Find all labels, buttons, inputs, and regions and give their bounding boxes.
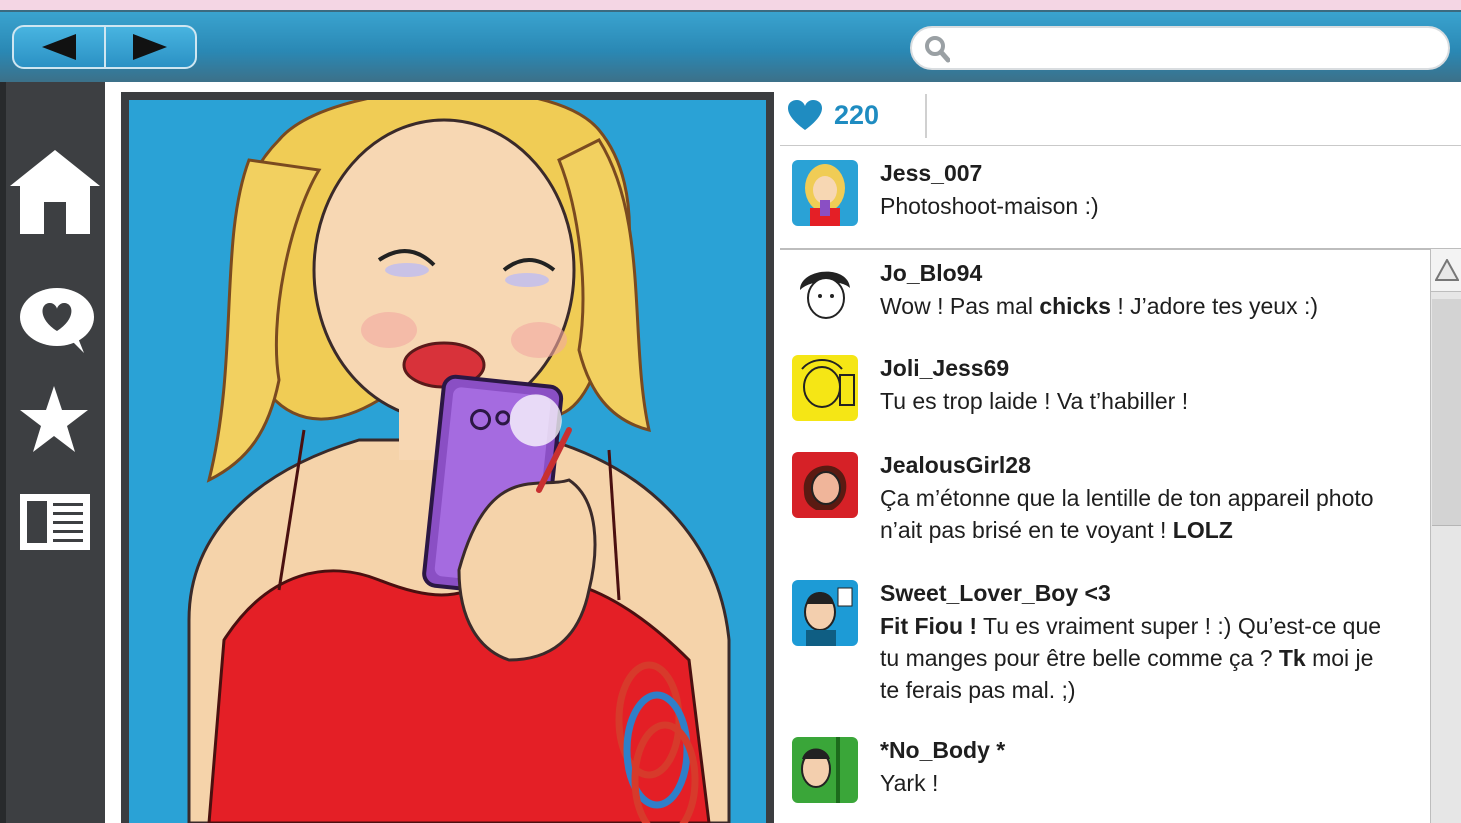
main-content: 220 Jess_007 Photoshoot-maison :) Jo_Blo… [105, 82, 1461, 823]
comment-username[interactable]: JealousGirl28 [880, 452, 1031, 479]
post-photo[interactable] [129, 100, 766, 823]
like-count: 220 [834, 99, 880, 130]
sidebar [0, 82, 105, 823]
search-icon [925, 36, 950, 63]
comment-text: Tu es trop laide ! Va t’habiller ! [880, 388, 1189, 414]
divider [780, 145, 1461, 146]
comment-username[interactable]: Sweet_Lover_Boy <3 [880, 580, 1111, 607]
avatar[interactable] [792, 452, 858, 518]
post-author[interactable]: Jess_007 [880, 160, 982, 187]
comment-text: Yark ! [880, 770, 939, 796]
forward-arrow-icon [133, 34, 168, 60]
navigation-buttons [12, 25, 197, 69]
avatar[interactable] [792, 260, 858, 326]
search-bar [910, 26, 1450, 70]
avatar[interactable] [792, 580, 858, 646]
scroll-thumb[interactable] [1432, 299, 1461, 526]
back-button[interactable] [14, 27, 104, 67]
list-icon[interactable] [20, 494, 90, 550]
comment-text: Fit Fiou ! Tu es vraiment super ! :) Qu’… [880, 613, 1382, 703]
comment-username[interactable]: Joli_Jess69 [880, 355, 1009, 382]
scroll-up-button[interactable] [1431, 249, 1461, 292]
avatar[interactable] [792, 160, 858, 226]
divider [780, 248, 1461, 250]
heart-icon[interactable] [788, 100, 822, 130]
back-arrow-icon [41, 34, 76, 60]
post-caption-text: Photoshoot-maison :) [880, 193, 1099, 219]
post-photo-frame [121, 92, 774, 823]
comment-text: Ça m’étonne que la lentille de ton appar… [880, 485, 1374, 543]
home-icon[interactable] [10, 150, 100, 234]
comment-text: Wow ! Pas mal chicks ! J’adore tes yeux … [880, 293, 1319, 319]
avatar[interactable] [792, 737, 858, 803]
star-icon[interactable] [20, 386, 88, 452]
top-toolbar [0, 10, 1461, 84]
search-input[interactable] [958, 34, 1432, 64]
chat-heart-icon[interactable] [18, 287, 96, 353]
comment-username[interactable]: Jo_Blo94 [880, 260, 982, 287]
divider [925, 94, 927, 138]
like-row: 220 [788, 92, 879, 138]
forward-button[interactable] [103, 27, 196, 67]
triangle-up-icon [1434, 259, 1459, 281]
avatar[interactable] [792, 355, 858, 421]
comments-scrollbar[interactable] [1430, 249, 1461, 823]
comment-username[interactable]: *No_Body * [880, 737, 1005, 764]
